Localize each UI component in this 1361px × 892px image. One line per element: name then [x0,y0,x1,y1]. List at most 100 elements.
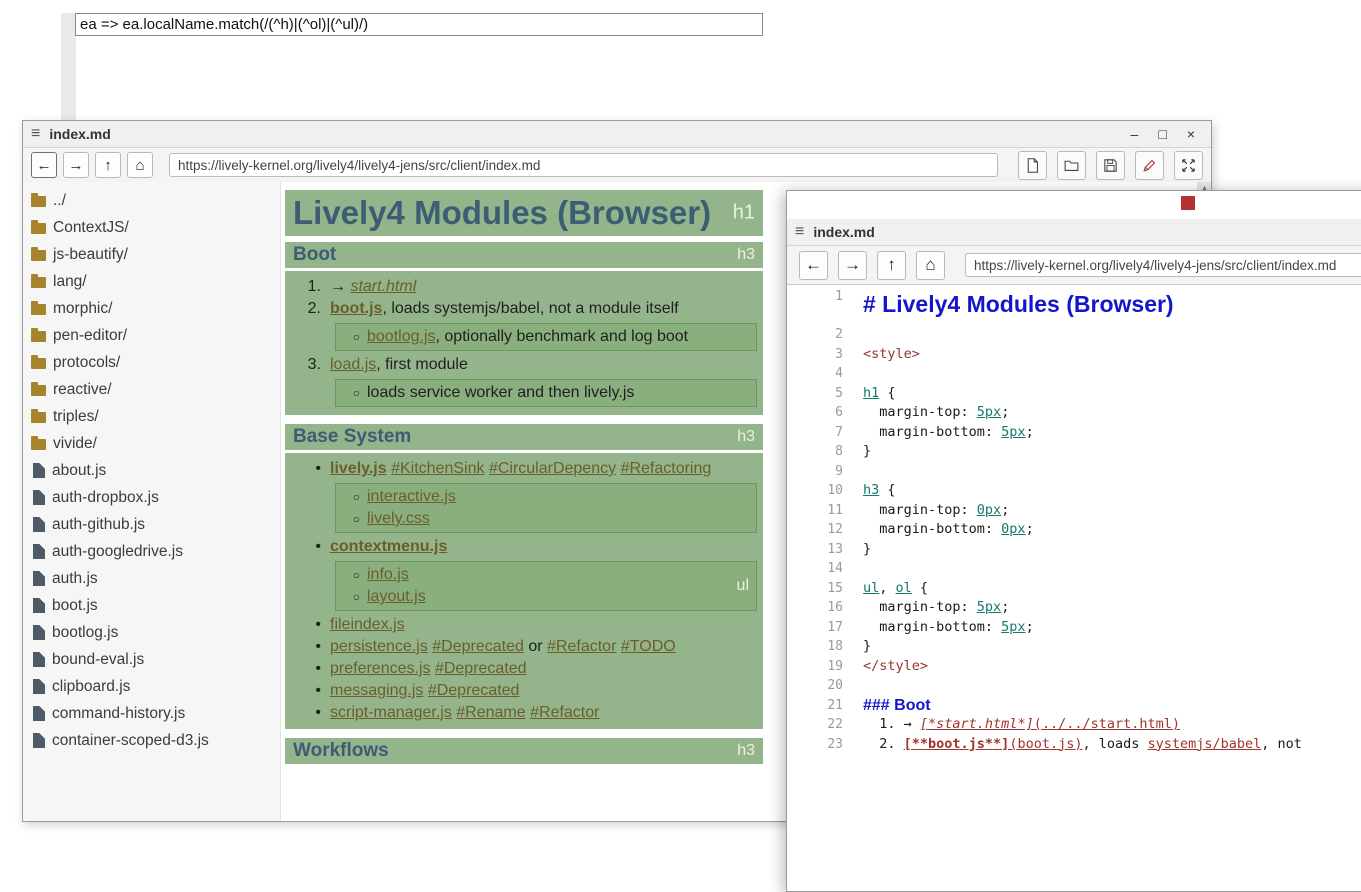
markdown-link[interactable]: boot.js [330,300,382,317]
file-list-item[interactable]: auth.js [23,565,280,592]
file-list-item[interactable]: js-beautify/ [23,241,280,268]
line-number: 11 [787,501,843,521]
new-file-icon [1024,157,1041,174]
markdown-link[interactable]: #Deprecated [435,660,527,677]
file-icon [33,679,45,694]
file-name: triples/ [53,408,99,426]
file-list-item[interactable]: bootlog.js [23,619,280,646]
file-list-item[interactable]: triples/ [23,403,280,430]
file-list-item[interactable]: auth-dropbox.js [23,484,280,511]
line-number: 23 [787,735,843,755]
file-name: ../ [53,192,66,210]
markdown-link[interactable]: #Rename [456,704,525,721]
markdown-link[interactable]: messaging.js [330,682,423,699]
forward-button[interactable]: → [838,251,867,280]
home-button[interactable]: ⌂ [916,251,945,280]
code-segment: [**boot.js**] [904,736,1010,752]
markdown-link[interactable]: #CircularDepency [489,460,616,477]
markdown-link[interactable]: script-manager.js [330,704,452,721]
markdown-link[interactable]: info.js [367,566,409,583]
markdown-link[interactable]: lively.css [367,510,430,527]
url-input[interactable] [965,253,1361,277]
file-list-item[interactable]: pen-editor/ [23,322,280,349]
edit-button[interactable] [1135,151,1164,180]
file-list-item[interactable]: reactive/ [23,376,280,403]
file-list-item[interactable]: vivide/ [23,430,280,457]
file-list-item[interactable]: auth-github.js [23,511,280,538]
markdown-link[interactable]: layout.js [367,588,426,605]
markdown-link[interactable]: contextmenu.js [330,538,447,555]
folder-icon [31,223,46,234]
markdown-link[interactable]: bootlog.js [367,328,436,345]
minimize-button[interactable]: – [1131,127,1139,141]
new-file-button[interactable] [1018,151,1047,180]
code-segment: margin-bottom: [863,521,1001,537]
save-button[interactable] [1096,151,1125,180]
markdown-link[interactable]: #Deprecated [428,682,520,699]
folder-icon [31,304,46,315]
markdown-link[interactable]: lively.js [330,460,387,477]
up-button[interactable]: ↑ [877,251,906,280]
url-input[interactable] [169,153,998,177]
file-list-item[interactable]: boot.js [23,592,280,619]
file-list-item[interactable]: clipboard.js [23,673,280,700]
markdown-link[interactable]: #TODO [621,638,676,655]
back-button[interactable]: ← [799,251,828,280]
markdown-link[interactable]: #Refactor [547,638,616,655]
file-list-item[interactable]: bound-eval.js [23,646,280,673]
list-marker: 2. [297,298,321,320]
file-name: auth.js [52,570,98,588]
list-marker: ○ [346,326,360,348]
code-segment: (../../start.html) [1034,716,1180,732]
markdown-link[interactable]: #Deprecated [432,638,524,655]
code-segment: ol [896,580,912,596]
open-folder-button[interactable] [1057,151,1086,180]
file-list-item[interactable]: command-history.js [23,700,280,727]
code-line: 19</style> [787,657,1361,677]
file-list-item[interactable]: ContextJS/ [23,214,280,241]
navigation-toolbar: ← → ↑ ⌂ [787,246,1361,285]
code-line: 14 [787,559,1361,579]
window2-titlebar[interactable]: ≡ index.md [787,219,1361,246]
forward-button[interactable]: → [63,152,89,178]
folder-icon [31,412,46,423]
file-list-item[interactable]: protocols/ [23,349,280,376]
window-menu-icon[interactable]: ≡ [795,223,804,241]
fullscreen-button[interactable] [1174,151,1203,180]
file-list-item[interactable]: auth-googledrive.js [23,538,280,565]
markdown-link[interactable]: #KitchenSink [391,460,484,477]
markdown-link[interactable]: #Refactor [530,704,599,721]
file-icon [33,598,45,613]
line-number: 20 [787,676,843,696]
code-segment: { [879,385,895,401]
markdown-link[interactable]: #Refactoring [621,460,712,477]
code-segment: , [879,580,895,596]
code-segment: ul [863,580,879,596]
file-list-item[interactable]: morphic/ [23,295,280,322]
markdown-link[interactable]: interactive.js [367,488,456,505]
markdown-link[interactable]: persistence.js [330,638,428,655]
window-title: index.md [49,126,110,142]
file-list-item[interactable]: ../ [23,187,280,214]
maximize-button[interactable]: □ [1158,127,1166,141]
markdown-link[interactable]: load.js [330,356,376,373]
window-menu-icon[interactable]: ≡ [31,125,40,143]
markdown-link[interactable]: fileindex.js [330,616,405,633]
back-button[interactable]: ← [31,152,57,178]
file-list-item[interactable]: about.js [23,457,280,484]
filter-expression-input[interactable] [75,13,763,36]
up-button[interactable]: ↑ [95,152,121,178]
close-button[interactable]: × [1187,127,1195,141]
code-editor[interactable]: 1# Lively4 Modules (Browser)23<style>45h… [787,285,1361,891]
file-list-item[interactable]: lang/ [23,268,280,295]
file-list-item[interactable]: container-scoped-d3.js [23,727,280,754]
markdown-link[interactable]: preferences.js [330,660,431,677]
home-button[interactable]: ⌂ [127,152,153,178]
file-icon [33,544,45,559]
code-segment: } [863,638,871,654]
window-controls: – □ × [1131,127,1203,141]
file-name: container-scoped-d3.js [52,732,209,750]
code-text: ul, ol { [863,579,928,599]
window1-titlebar[interactable]: ≡ index.md – □ × [23,121,1211,148]
markdown-link[interactable]: start.html [350,278,416,295]
